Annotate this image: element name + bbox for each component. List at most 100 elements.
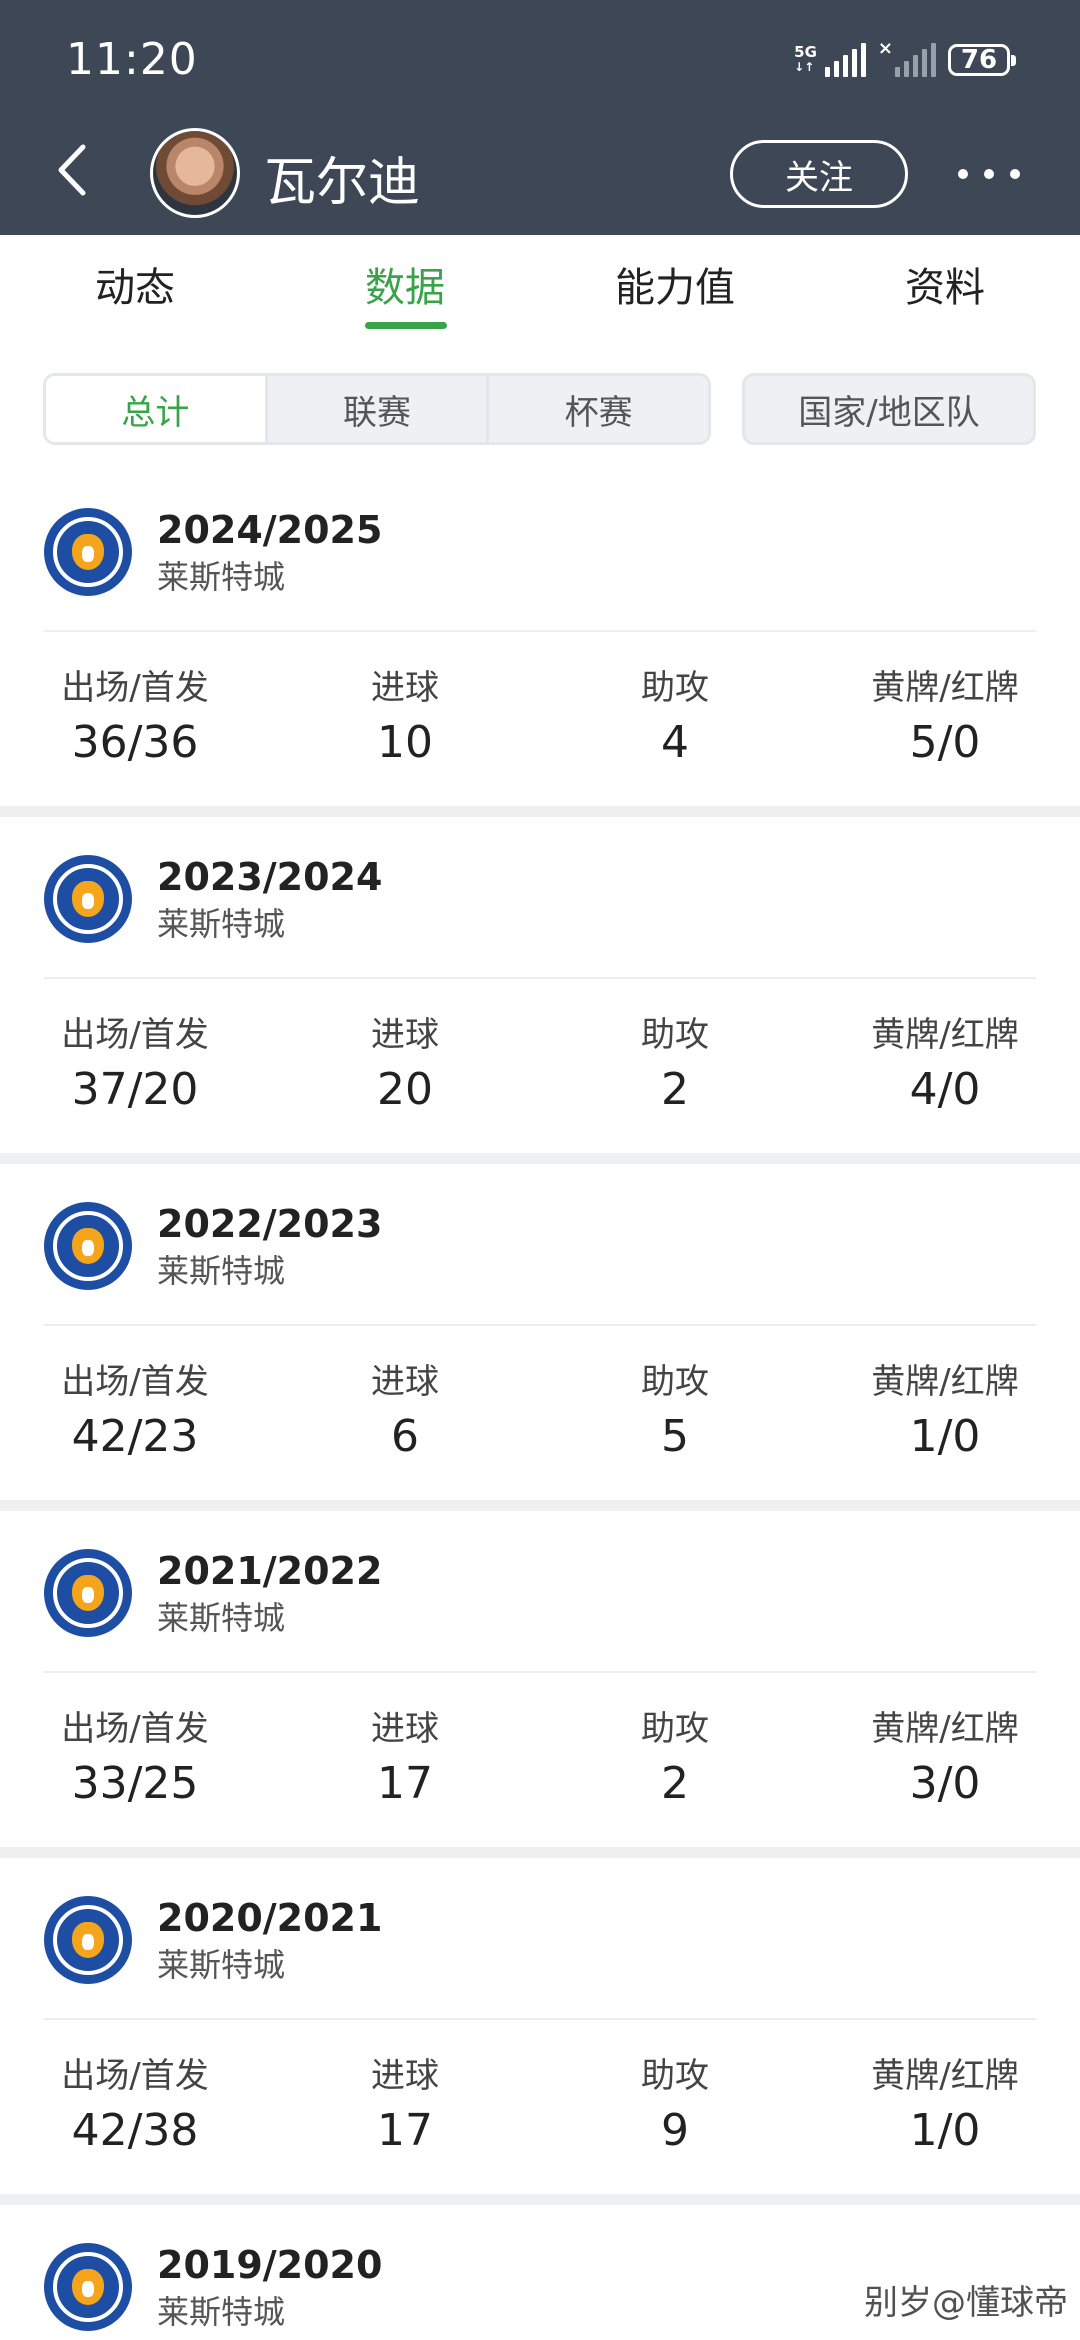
stat-goals: 进球 17	[270, 2048, 540, 2156]
stat-value: 42/38	[71, 2105, 199, 2156]
stat-cards: 黄牌/红牌 1/0	[810, 1354, 1080, 1462]
stat-label: 进球	[371, 1015, 439, 1055]
stat-label: 黄牌/红牌	[871, 1015, 1019, 1055]
season-card[interactable]: 2023/2024 莱斯特城 出场/首发 37/20 进球 20 助攻 2 黄牌/红牌…	[0, 817, 1080, 1153]
signal-strength-secondary-icon	[895, 43, 936, 77]
more-dot-icon	[1010, 169, 1020, 179]
stat-value: 37/20	[71, 1064, 199, 1115]
club-name: 莱斯特城	[157, 1946, 286, 1984]
season-year: 2020/2021	[157, 1896, 383, 1940]
no-signal-mark-icon: ×	[877, 38, 893, 59]
active-tab-indicator	[365, 322, 447, 329]
stat-assists: 助攻 5	[540, 1354, 810, 1462]
stat-value: 1/0	[909, 2105, 981, 2156]
back-button[interactable]	[52, 140, 92, 200]
stat-value: 5	[661, 1411, 689, 1462]
stat-label: 进球	[371, 668, 439, 708]
stat-label: 助攻	[641, 1362, 709, 1402]
stat-label: 助攻	[641, 2056, 709, 2096]
stat-value: 17	[377, 2105, 433, 2156]
club-name: 莱斯特城	[157, 558, 286, 596]
divider	[44, 1324, 1036, 1326]
season-year: 2019/2020	[157, 2243, 383, 2287]
stat-assists: 助攻 4	[540, 660, 810, 768]
stat-value: 5/0	[909, 717, 981, 768]
more-dot-icon	[958, 169, 968, 179]
stat-apps: 出场/首发 33/25	[0, 1701, 270, 1809]
filter-league[interactable]: 联赛	[264, 376, 487, 442]
divider	[44, 977, 1036, 979]
stat-value: 4/0	[909, 1064, 981, 1115]
filter-cup[interactable]: 杯赛	[486, 376, 708, 442]
divider	[44, 2018, 1036, 2020]
leicester-city-crest-icon	[44, 1549, 132, 1637]
stat-value: 3/0	[909, 1758, 981, 1809]
stat-label: 助攻	[641, 668, 709, 708]
player-name: 瓦尔迪	[264, 153, 421, 213]
stat-cards: 黄牌/红牌 4/0	[810, 1007, 1080, 1115]
stat-cards: 黄牌/红牌 5/0	[810, 660, 1080, 768]
club-name: 莱斯特城	[157, 1252, 286, 1290]
chevron-left-icon	[58, 144, 86, 196]
season-year: 2023/2024	[157, 855, 383, 899]
stat-label: 出场/首发	[61, 1362, 209, 1402]
stat-value: 2	[661, 1758, 689, 1809]
stat-label: 助攻	[641, 1015, 709, 1055]
more-options-button[interactable]	[958, 150, 1020, 198]
stat-apps: 出场/首发 36/36	[0, 660, 270, 768]
battery-level: 76	[960, 45, 998, 75]
stat-label: 出场/首发	[61, 2056, 209, 2096]
stat-goals: 进球 17	[270, 1701, 540, 1809]
network-type-icon: 5G ↓↑	[794, 43, 817, 75]
follow-button[interactable]: 关注	[730, 140, 908, 208]
filter-national-team[interactable]: 国家/地区队	[742, 373, 1036, 445]
club-name: 莱斯特城	[157, 2293, 286, 2331]
stat-value: 36/36	[71, 717, 199, 768]
stat-label: 进球	[371, 2056, 439, 2096]
stat-value: 42/23	[71, 1411, 199, 1462]
tab-ratings[interactable]: 能力值	[540, 235, 810, 345]
tab-feed[interactable]: 动态	[0, 235, 270, 345]
leicester-city-crest-icon	[44, 2243, 132, 2331]
tab-profile[interactable]: 资料	[810, 235, 1080, 345]
leicester-city-crest-icon	[44, 855, 132, 943]
stat-goals: 进球 10	[270, 660, 540, 768]
stat-label: 黄牌/红牌	[871, 668, 1019, 708]
season-year: 2021/2022	[157, 1549, 383, 1593]
stat-value: 33/25	[71, 1758, 199, 1809]
leicester-city-crest-icon	[44, 1896, 132, 1984]
season-card[interactable]: 2022/2023 莱斯特城 出场/首发 42/23 进球 6 助攻 5 黄牌/红牌 1…	[0, 1164, 1080, 1500]
player-avatar[interactable]	[150, 128, 240, 218]
stat-value: 20	[377, 1064, 433, 1115]
season-card[interactable]: 2020/2021 莱斯特城 出场/首发 42/38 进球 17 助攻 9 黄牌/红牌…	[0, 1858, 1080, 2194]
app-header: 11:20 5G ↓↑ × 76 瓦尔迪 关注	[0, 0, 1080, 235]
leicester-city-crest-icon	[44, 508, 132, 596]
stat-cards: 黄牌/红牌 3/0	[810, 1701, 1080, 1809]
stat-value: 10	[377, 717, 433, 768]
stat-label: 助攻	[641, 1709, 709, 1749]
club-name: 莱斯特城	[157, 1599, 286, 1637]
season-card[interactable]: 2024/2025 莱斯特城 出场/首发 36/36 进球 10 助攻 4 黄牌/红牌…	[0, 470, 1080, 806]
battery-icon: 76	[948, 44, 1016, 76]
club-name: 莱斯特城	[157, 905, 286, 943]
divider	[44, 630, 1036, 632]
stat-assists: 助攻 9	[540, 2048, 810, 2156]
signal-strength-icon	[824, 43, 866, 77]
stat-assists: 助攻 2	[540, 1701, 810, 1809]
status-time: 11:20	[66, 34, 198, 85]
stat-value: 2	[661, 1064, 689, 1115]
stat-label: 进球	[371, 1362, 439, 1402]
stat-apps: 出场/首发 42/38	[0, 2048, 270, 2156]
stat-value: 1/0	[909, 1411, 981, 1462]
stat-cards: 黄牌/红牌 1/0	[810, 2048, 1080, 2156]
stat-goals: 进球 6	[270, 1354, 540, 1462]
stat-label: 黄牌/红牌	[871, 1362, 1019, 1402]
stat-apps: 出场/首发 37/20	[0, 1007, 270, 1115]
stat-label: 黄牌/红牌	[871, 1709, 1019, 1749]
stat-label: 出场/首发	[61, 668, 209, 708]
competition-filter: 总计 联赛 杯赛	[43, 373, 711, 445]
season-card[interactable]: 2021/2022 莱斯特城 出场/首发 33/25 进球 17 助攻 2 黄牌/红牌…	[0, 1511, 1080, 1847]
filter-total[interactable]: 总计	[46, 376, 265, 442]
stat-goals: 进球 20	[270, 1007, 540, 1115]
watermark: 别岁@懂球帝	[864, 2283, 1068, 2323]
